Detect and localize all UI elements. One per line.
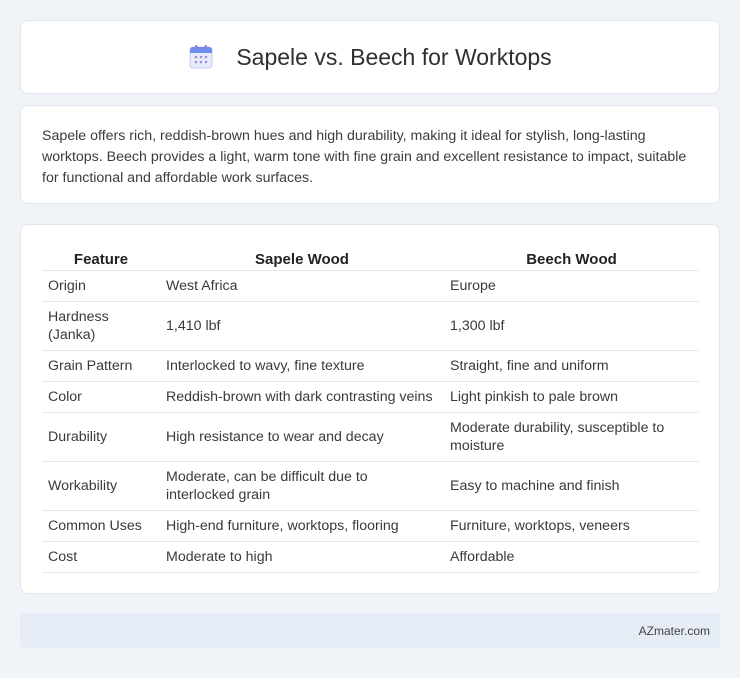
header-sapele: Sapele Wood <box>160 245 444 271</box>
table-row: Grain Pattern Interlocked to wavy, fine … <box>42 350 699 382</box>
feature-cell: Cost <box>42 541 160 573</box>
feature-cell: Color <box>42 381 160 413</box>
comparison-card: Feature Sapele Wood Beech Wood Origin We… <box>20 224 720 594</box>
sapele-cell: 1,410 lbf <box>160 301 444 351</box>
beech-cell: Straight, fine and uniform <box>444 350 699 382</box>
feature-cell: Grain Pattern <box>42 350 160 382</box>
table-header-row: Feature Sapele Wood Beech Wood <box>42 245 699 271</box>
header-feature: Feature <box>42 245 160 271</box>
beech-cell: Light pinkish to pale brown <box>444 381 699 413</box>
table-row: Cost Moderate to high Affordable <box>42 541 699 573</box>
page-title: Sapele vs. Beech for Worktops <box>236 43 552 70</box>
title-card: Sapele vs. Beech for Worktops <box>20 20 720 94</box>
table-row: Hardness (Janka) 1,410 lbf 1,300 lbf <box>42 301 699 351</box>
feature-cell: Hardness (Janka) <box>42 301 160 351</box>
intro-text: Sapele offers rich, reddish-brown hues a… <box>42 128 687 186</box>
table-row: Durability High resistance to wear and d… <box>42 412 699 462</box>
table-row: Origin West Africa Europe <box>42 270 699 302</box>
footer-site-link[interactable]: AZmater.com <box>639 624 710 638</box>
table-row: Workability Moderate, can be difficult d… <box>42 461 699 511</box>
footer-bar: AZmater.com <box>20 613 720 648</box>
beech-cell: Furniture, worktops, veneers <box>444 510 699 542</box>
feature-cell: Origin <box>42 270 160 302</box>
header-beech: Beech Wood <box>444 245 699 271</box>
beech-cell: Europe <box>444 270 699 302</box>
sapele-cell: Interlocked to wavy, fine texture <box>160 350 444 382</box>
sapele-cell: High-end furniture, worktops, flooring <box>160 510 444 542</box>
comparison-table: Feature Sapele Wood Beech Wood Origin We… <box>42 245 699 573</box>
table-row: Common Uses High-end furniture, worktops… <box>42 510 699 542</box>
intro-card: Sapele offers rich, reddish-brown hues a… <box>20 105 720 204</box>
beech-cell: Moderate durability, susceptible to mois… <box>444 412 699 462</box>
calendar-icon <box>188 44 214 70</box>
beech-cell: Easy to machine and finish <box>444 461 699 511</box>
sapele-cell: High resistance to wear and decay <box>160 412 444 462</box>
table-row: Color Reddish-brown with dark contrastin… <box>42 381 699 413</box>
sapele-cell: West Africa <box>160 270 444 302</box>
feature-cell: Workability <box>42 461 160 511</box>
beech-cell: 1,300 lbf <box>444 301 699 351</box>
sapele-cell: Reddish-brown with dark contrasting vein… <box>160 381 444 413</box>
sapele-cell: Moderate to high <box>160 541 444 573</box>
feature-cell: Durability <box>42 412 160 462</box>
beech-cell: Affordable <box>444 541 699 573</box>
feature-cell: Common Uses <box>42 510 160 542</box>
sapele-cell: Moderate, can be difficult due to interl… <box>160 461 444 511</box>
